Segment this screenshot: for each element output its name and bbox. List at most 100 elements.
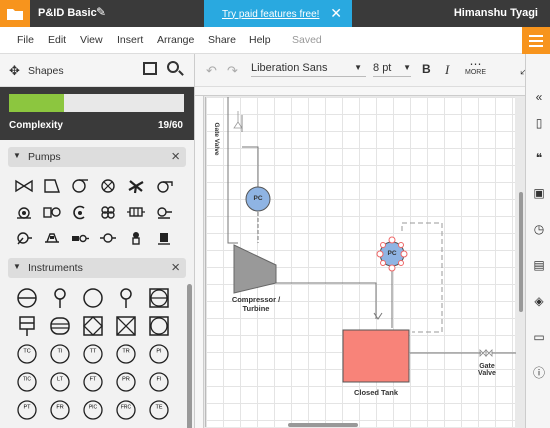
instrument-shape-icon[interactable] (76, 284, 109, 312)
menu-view[interactable]: View (80, 34, 103, 46)
instrument-tag-icon[interactable]: TI (43, 340, 76, 368)
more-button[interactable]: ⋯ MORE (465, 57, 486, 76)
instrument-tag-text: FI (156, 377, 161, 383)
instrument-shape-icon[interactable] (43, 312, 76, 340)
menu-share[interactable]: Share (208, 34, 236, 46)
pump-shape-icon[interactable] (66, 173, 94, 199)
top-ruler (195, 87, 525, 96)
gate-valve-label[interactable]: Gate Valve (213, 119, 220, 159)
instrument-tag-icon[interactable]: PIC (76, 396, 109, 424)
tank-label[interactable]: Closed Tank (346, 388, 406, 397)
instrument-shape-icon[interactable] (109, 312, 142, 340)
info-icon[interactable]: ⓘ (532, 365, 546, 380)
close-section-icon[interactable]: × (171, 259, 180, 276)
instrument-tag-icon[interactable]: PI (142, 340, 175, 368)
pump-shape-icon[interactable] (94, 173, 122, 199)
pump-shape-icon[interactable] (150, 225, 178, 251)
instrument-tag-icon[interactable]: FI (142, 368, 175, 396)
menu-insert[interactable]: Insert (117, 34, 143, 46)
instrument-shape-icon[interactable] (109, 284, 142, 312)
instrument-tag-text: TIC (22, 377, 30, 383)
fan-shape-icon[interactable] (122, 173, 150, 199)
collapse-triangle-icon[interactable]: ▼ (13, 151, 21, 160)
instrument-shape-icon[interactable] (10, 284, 43, 312)
pump-shape-icon[interactable] (66, 199, 94, 225)
menu-file[interactable]: File (17, 34, 34, 46)
compressor-label[interactable]: Compressor / Turbine (226, 295, 286, 313)
pump-shape-icon[interactable] (122, 225, 150, 251)
instrument-shape-icon[interactable] (43, 284, 76, 312)
instrument-tag-icon[interactable]: PR (109, 368, 142, 396)
undo-icon[interactable]: ↶ (206, 63, 217, 79)
instrument-tag-icon[interactable]: TT (76, 340, 109, 368)
promo-link[interactable]: Try paid features free! (222, 9, 319, 20)
menu-edit[interactable]: Edit (48, 34, 66, 46)
section-header-pumps[interactable]: ▼ Pumps × (8, 147, 186, 167)
instrument-tag-icon[interactable]: TC (10, 340, 43, 368)
menu-help[interactable]: Help (249, 34, 271, 46)
instrument-tag-icon[interactable]: FRC (109, 396, 142, 424)
menu-bar: File Edit View Insert Arrange Share Help… (0, 27, 550, 54)
edit-title-icon[interactable]: ✎ (96, 5, 106, 19)
instrument-tag-icon[interactable]: LT (43, 368, 76, 396)
collapse-chevrons-icon[interactable]: « (532, 90, 546, 104)
document-title[interactable]: P&ID Basic (38, 7, 97, 19)
instrument-shape-icon[interactable] (142, 284, 175, 312)
more-dots-icon: ⋯ (469, 57, 482, 71)
fill-drop-icon[interactable]: ◈ (532, 294, 546, 308)
instrument-tag-icon[interactable]: FT (76, 368, 109, 396)
close-icon[interactable]: ✕ (330, 5, 342, 22)
pump-shape-icon[interactable] (150, 173, 178, 199)
italic-button[interactable]: I (445, 62, 449, 78)
diagram-page[interactable]: Gate Valve PC PC Compressor / Turbine Cl… (205, 97, 516, 427)
layers-icon[interactable]: ▤ (532, 258, 546, 272)
instrument-shape-icon[interactable] (10, 312, 43, 340)
collapse-triangle-icon[interactable]: ▼ (13, 262, 21, 271)
pump-shape-icon[interactable] (10, 225, 38, 251)
gate-valve-label-right[interactable]: Gate Valve (476, 363, 498, 377)
chevron-down-icon: ▼ (354, 63, 362, 72)
pc-label[interactable]: PC (246, 195, 270, 202)
instrument-tag-icon[interactable]: PT (10, 396, 43, 424)
instrument-tag-icon[interactable]: TIC (10, 368, 43, 396)
hamburger-menu-icon[interactable] (522, 27, 550, 54)
horizontal-scrollbar[interactable] (288, 423, 358, 427)
pump-shape-icon[interactable] (122, 199, 150, 225)
format-toolbar: ↶ ↷ Liberation Sans▼ 8 pt▼ B I ⋯MORE ⤢ (195, 54, 530, 87)
sidebar-scrollbar[interactable] (187, 284, 192, 428)
pump-shape-icon[interactable] (10, 173, 38, 199)
instrument-shape-icon[interactable] (142, 312, 175, 340)
pump-shape-icon[interactable] (38, 225, 66, 251)
pump-shape-icon[interactable] (10, 199, 38, 225)
vertical-scrollbar[interactable] (519, 192, 523, 312)
user-name[interactable]: Himanshu Tyagi (454, 7, 538, 19)
pump-shape-icon[interactable] (38, 173, 66, 199)
close-section-icon[interactable]: × (171, 148, 180, 165)
pump-shape-icon[interactable] (94, 199, 122, 225)
search-icon[interactable] (167, 61, 179, 73)
font-size-select[interactable]: 8 pt ▼ (373, 62, 411, 77)
folder-icon[interactable] (0, 0, 30, 27)
pump-shape-icon[interactable] (150, 199, 178, 225)
presentation-icon[interactable]: ▣ (532, 186, 546, 200)
pump-shape-icon[interactable] (94, 225, 122, 251)
bold-button[interactable]: B (422, 62, 431, 76)
instrument-tag-icon[interactable]: FR (43, 396, 76, 424)
instrument-tag-text: PT (23, 405, 31, 411)
pc-label[interactable]: PC (380, 250, 404, 257)
instrument-tag-icon[interactable]: TR (109, 340, 142, 368)
history-clock-icon[interactable]: ◷ (532, 222, 546, 236)
image-icon[interactable] (143, 62, 157, 75)
pump-shape-icon[interactable] (66, 225, 94, 251)
font-family-select[interactable]: Liberation Sans ▼ (251, 62, 366, 77)
instrument-shape-icon[interactable] (76, 312, 109, 340)
instrument-tag-icon[interactable]: TE (142, 396, 175, 424)
diagram-canvas[interactable]: Gate Valve PC PC Compressor / Turbine Cl… (195, 87, 525, 428)
section-header-instruments[interactable]: ▼ Instruments × (8, 258, 186, 278)
menu-arrange[interactable]: Arrange (157, 34, 194, 46)
redo-icon[interactable]: ↷ (227, 63, 238, 79)
chat-icon[interactable]: ▭ (532, 330, 546, 344)
page-icon[interactable]: ▯ (532, 116, 546, 130)
comment-quote-icon[interactable]: ❝ (532, 151, 546, 165)
pump-shape-icon[interactable] (38, 199, 66, 225)
